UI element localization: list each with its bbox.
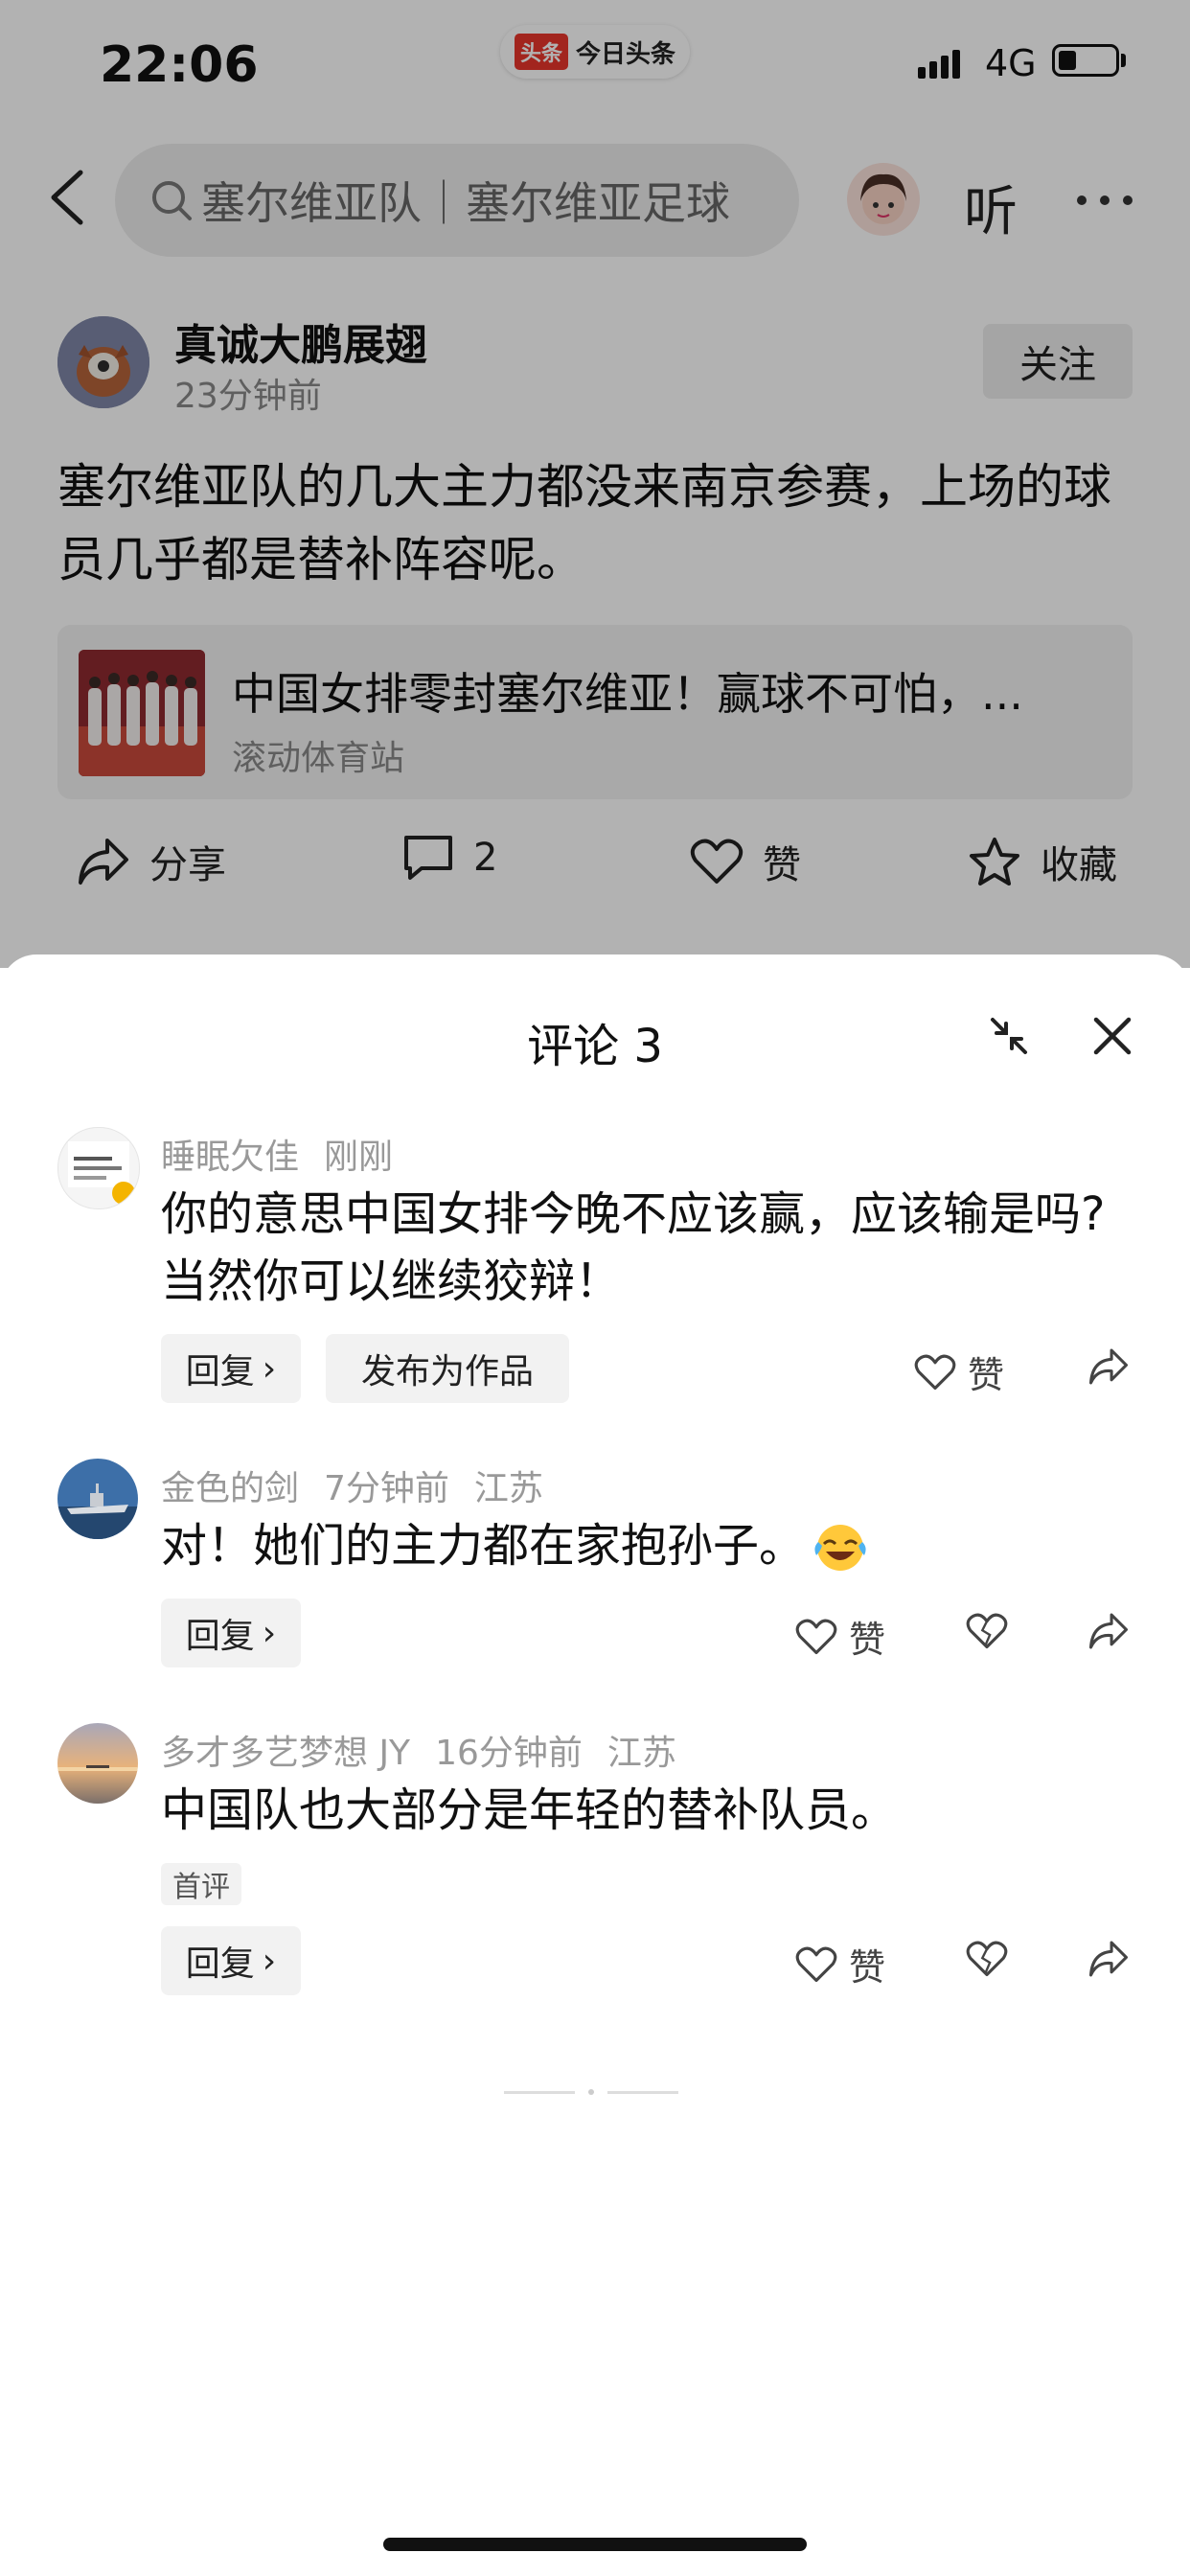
reply-label: 回复 (185, 1617, 255, 1656)
chevron-right-icon: › (262, 1613, 277, 1653)
comment-text: 对！她们的主力都在家抱孙子。 (161, 1512, 870, 1579)
reply-button[interactable]: 回复 › (161, 1926, 301, 1995)
comment-like-label: 赞 (849, 1946, 886, 1989)
heart-icon (914, 1354, 956, 1390)
comment-meta: 睡眠欠佳 刚刚 (161, 1129, 393, 1179)
comment-time: 16分钟前 (435, 1734, 583, 1773)
close-icon[interactable] (1092, 1016, 1133, 1056)
comment-time: 刚刚 (324, 1138, 394, 1177)
share-icon[interactable] (1087, 1347, 1131, 1386)
comment-text-line: 你的意思中国女排今晚不应该赢，应该输是吗? (161, 1187, 1106, 1241)
broken-heart-icon[interactable] (966, 1940, 1008, 1978)
modal-overlay[interactable] (0, 0, 1190, 968)
reply-label: 回复 (185, 1944, 255, 1984)
reply-button[interactable]: 回复 › (161, 1598, 301, 1668)
home-indicator[interactable] (383, 2538, 807, 2551)
comment-like-button[interactable]: 赞 (795, 1610, 885, 1663)
comment-username[interactable]: 多才多艺梦想 JY (161, 1725, 410, 1775)
comment-avatar[interactable] (57, 1127, 140, 1209)
comment-username[interactable]: 睡眠欠佳 (161, 1129, 299, 1179)
comment-location: 江苏 (473, 1469, 543, 1508)
comment-avatar[interactable] (57, 1723, 138, 1804)
comment-like-label: 赞 (849, 1619, 886, 1661)
comment-location: 江苏 (606, 1734, 676, 1773)
laughing-crying-emoji-icon (814, 1525, 866, 1571)
share-icon[interactable] (1087, 1612, 1131, 1650)
heart-icon (795, 1619, 837, 1654)
reply-label: 回复 (185, 1352, 255, 1392)
comment-time: 7分钟前 (324, 1469, 449, 1508)
comment-text: 中国队也大部分是年轻的替补队员。 (161, 1783, 898, 1837)
comment-like-button[interactable]: 赞 (795, 1938, 885, 1990)
comment-username[interactable]: 金色的剑 (161, 1460, 299, 1510)
comment-text-content: 对！她们的主力都在家抱孙子。 (161, 1519, 806, 1573)
chevron-right-icon: › (262, 1348, 277, 1389)
reply-button[interactable]: 回复 › (161, 1334, 301, 1403)
comment-like-label: 赞 (968, 1354, 1005, 1396)
share-icon[interactable] (1087, 1940, 1131, 1978)
comment-text: 你的意思中国女排今晚不应该赢，应该输是吗? 当然你可以继续狡辩！ (161, 1181, 1105, 1315)
comment-avatar[interactable] (57, 1459, 138, 1539)
collapse-icon[interactable] (987, 1014, 1031, 1058)
heart-icon (795, 1946, 837, 1982)
first-comment-tag: 首评 (161, 1863, 241, 1905)
comment-like-button[interactable]: 赞 (914, 1346, 1004, 1398)
publish-as-work-button[interactable]: 发布为作品 (326, 1334, 569, 1403)
broken-heart-icon[interactable] (966, 1612, 1008, 1650)
comment-meta: 多才多艺梦想 JY 16分钟前 江苏 (161, 1725, 676, 1775)
comment-meta: 金色的剑 7分钟前 江苏 (161, 1460, 543, 1510)
chevron-right-icon: › (262, 1941, 277, 1981)
end-of-list-divider (504, 2089, 678, 2095)
comment-text-line: 当然你可以继续狡辩！ (161, 1254, 622, 1308)
